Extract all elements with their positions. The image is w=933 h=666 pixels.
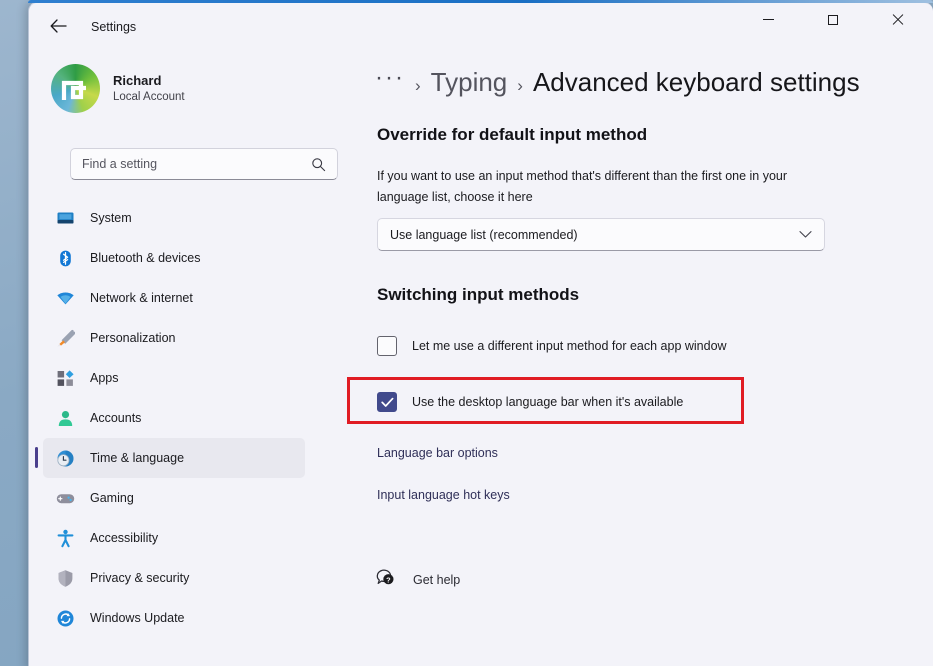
sidebar-item-gaming[interactable]: Gaming xyxy=(43,478,305,518)
sidebar-item-apps[interactable]: Apps xyxy=(43,358,305,398)
chevron-right-icon: › xyxy=(414,76,421,95)
switching-section-heading: Switching input methods xyxy=(377,285,580,304)
account-name: Richard xyxy=(113,72,162,88)
override-section-heading: Override for default input method xyxy=(377,125,648,144)
minimize-button[interactable] xyxy=(745,3,792,36)
sidebar-item-windows-update[interactable]: Windows Update xyxy=(43,598,305,638)
update-icon xyxy=(54,609,76,628)
sidebar-item-label: Accessibility xyxy=(90,531,159,545)
chevron-right-icon: › xyxy=(517,76,523,95)
sidebar-item-accessibility[interactable]: Accessibility xyxy=(43,518,305,558)
account-text: Richard Local Account xyxy=(113,72,185,105)
main-content: ··· › Typing › Advanced keyboard setting… xyxy=(319,51,933,666)
checkbox-per-app-input-method[interactable] xyxy=(377,336,397,356)
sidebar-item-label: Windows Update xyxy=(90,611,185,625)
sidebar: Richard Local Account Find a setting Sys… xyxy=(29,51,338,666)
shield-icon xyxy=(54,569,76,588)
minimize-icon xyxy=(763,19,774,20)
sidebar-item-label: Privacy & security xyxy=(90,571,190,585)
checkbox-row-desktop-language-bar[interactable]: Use the desktop language bar when it's a… xyxy=(377,392,683,412)
input-language-hot-keys-link[interactable]: Input language hot keys xyxy=(377,488,510,502)
breadcrumb-parent-link[interactable]: Typing xyxy=(431,67,508,98)
sidebar-item-label: Accounts xyxy=(90,411,142,425)
dropdown-selected-value: Use language list (recommended) xyxy=(390,227,578,242)
network-icon xyxy=(54,289,76,308)
get-help-link[interactable]: ? Get help xyxy=(375,567,460,592)
close-icon xyxy=(891,14,903,26)
navigation-list: System Bluetooth & devices Network & int… xyxy=(29,198,319,638)
maximize-icon xyxy=(827,14,838,25)
maximize-button[interactable] xyxy=(809,3,856,36)
search-input[interactable] xyxy=(71,157,311,171)
sidebar-item-label: Apps xyxy=(90,371,119,385)
apps-icon xyxy=(54,369,76,388)
svg-text:?: ? xyxy=(386,576,391,585)
sidebar-item-label: Time & language xyxy=(90,451,185,465)
sidebar-item-label: Bluetooth & devices xyxy=(90,251,201,265)
window-title: Settings xyxy=(91,20,137,34)
page-title: Advanced keyboard settings xyxy=(532,67,860,97)
close-button[interactable] xyxy=(873,3,920,36)
sidebar-item-bluetooth-devices[interactable]: Bluetooth & devices xyxy=(43,238,305,278)
bluetooth-icon xyxy=(54,249,76,268)
sidebar-item-personalization[interactable]: Personalization xyxy=(43,318,305,358)
checkbox-desktop-language-bar[interactable] xyxy=(377,392,397,412)
checkbox-row-per-app-input-method[interactable]: Let me use a different input method for … xyxy=(377,336,727,356)
sidebar-item-system[interactable]: System xyxy=(43,198,305,238)
get-help-label: Get help xyxy=(413,572,461,587)
sidebar-item-label: Personalization xyxy=(90,331,176,345)
accessibility-icon xyxy=(54,529,76,548)
chevron-down-icon xyxy=(799,230,812,239)
sidebar-item-label: Network & internet xyxy=(90,291,193,305)
title-bar: Settings xyxy=(29,3,933,51)
clock-globe-icon xyxy=(54,449,76,468)
checkbox-label: Let me use a different input method for … xyxy=(412,339,727,353)
default-input-method-dropdown[interactable]: Use language list (recommended) xyxy=(377,218,825,251)
settings-window: Settings Richard Local Account Find a se… xyxy=(28,2,933,666)
back-arrow-icon xyxy=(50,18,67,38)
sidebar-item-label: System xyxy=(90,211,132,225)
account-tile[interactable]: Richard Local Account xyxy=(43,57,305,119)
sidebar-item-privacy-security[interactable]: Privacy & security xyxy=(43,558,305,598)
user-avatar xyxy=(51,63,100,113)
sidebar-item-time-language[interactable]: Time & language xyxy=(35,438,305,478)
system-icon xyxy=(54,209,76,228)
back-button[interactable] xyxy=(41,13,75,43)
language-bar-options-link[interactable]: Language bar options xyxy=(377,446,498,460)
window-top-accent xyxy=(28,0,933,3)
paintbrush-icon xyxy=(54,329,76,348)
sidebar-item-accounts[interactable]: Accounts xyxy=(43,398,305,438)
checkbox-label: Use the desktop language bar when it's a… xyxy=(412,395,684,409)
search-box[interactable] xyxy=(70,148,338,180)
account-subtitle: Local Account xyxy=(113,90,185,103)
accounts-icon xyxy=(54,409,76,428)
breadcrumb-overflow-button[interactable]: ··· xyxy=(375,64,405,92)
breadcrumb: ··· › Typing › Advanced keyboard setting… xyxy=(375,64,860,98)
sidebar-item-network-internet[interactable]: Network & internet xyxy=(43,278,305,318)
gamepad-icon xyxy=(54,489,76,508)
override-section-description: If you want to use an input method that'… xyxy=(377,169,788,204)
sidebar-item-label: Gaming xyxy=(90,491,134,505)
help-question-icon: ? xyxy=(375,567,396,592)
